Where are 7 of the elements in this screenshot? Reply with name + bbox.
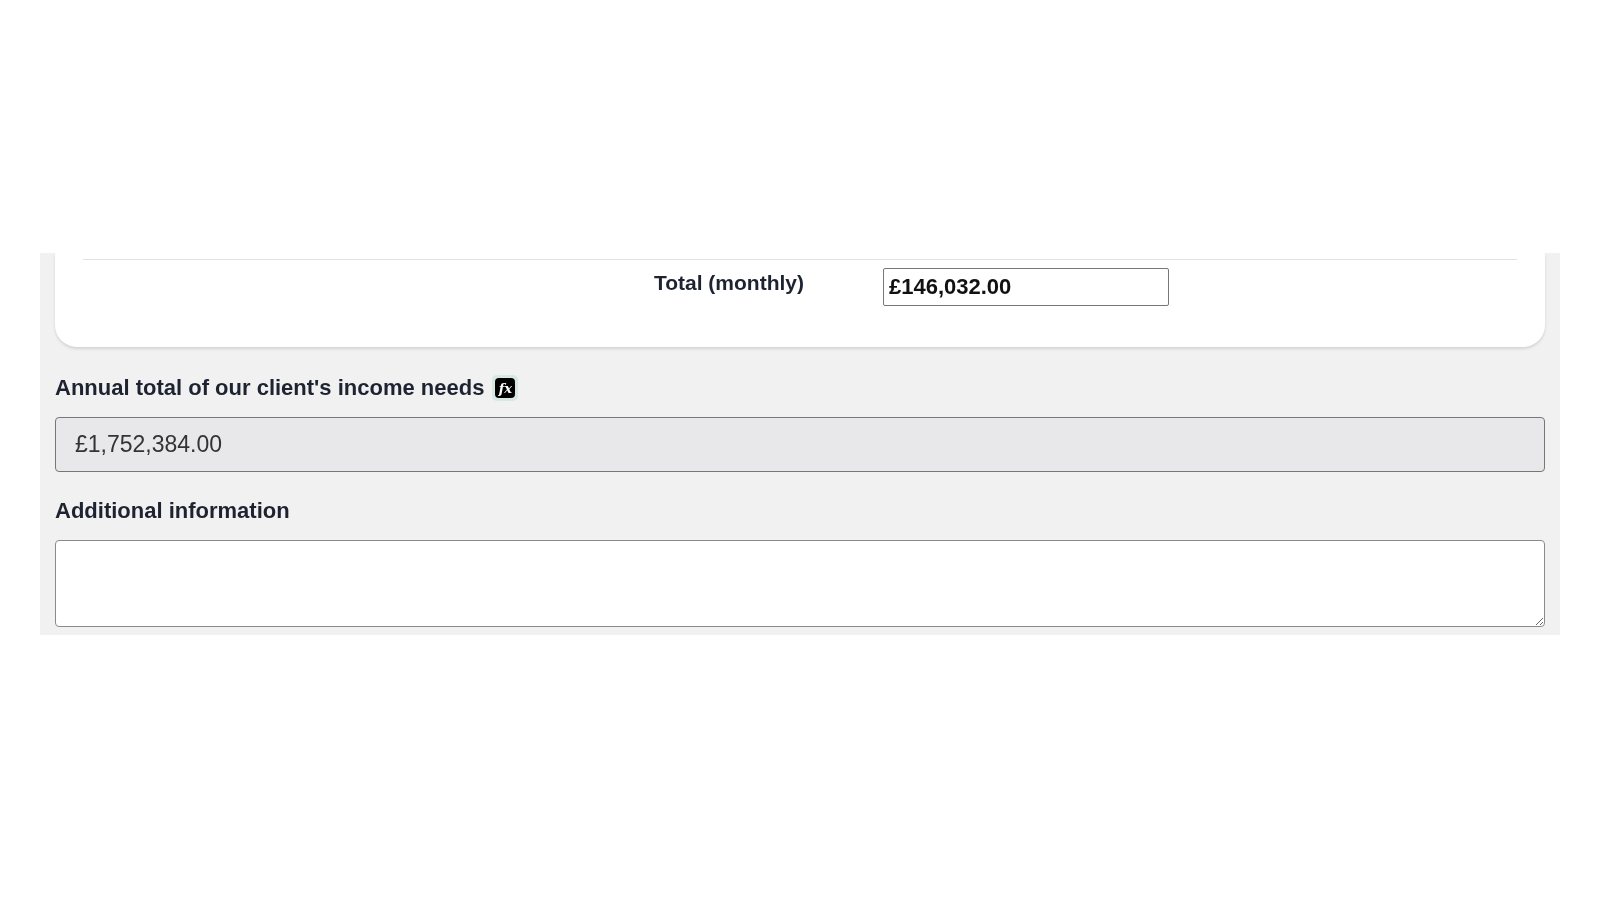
formula-icon[interactable]: fx bbox=[492, 375, 519, 401]
text-area[interactable] bbox=[55, 540, 1545, 627]
field-label: Annual total of our client's income needs bbox=[55, 375, 485, 401]
input-field[interactable]: £146,032.00 bbox=[883, 268, 1169, 306]
field-label: Total (monthly) bbox=[652, 270, 804, 295]
input-field[interactable]: £1,752,384.00 bbox=[55, 417, 1545, 472]
field-label: Additional information bbox=[55, 498, 290, 524]
